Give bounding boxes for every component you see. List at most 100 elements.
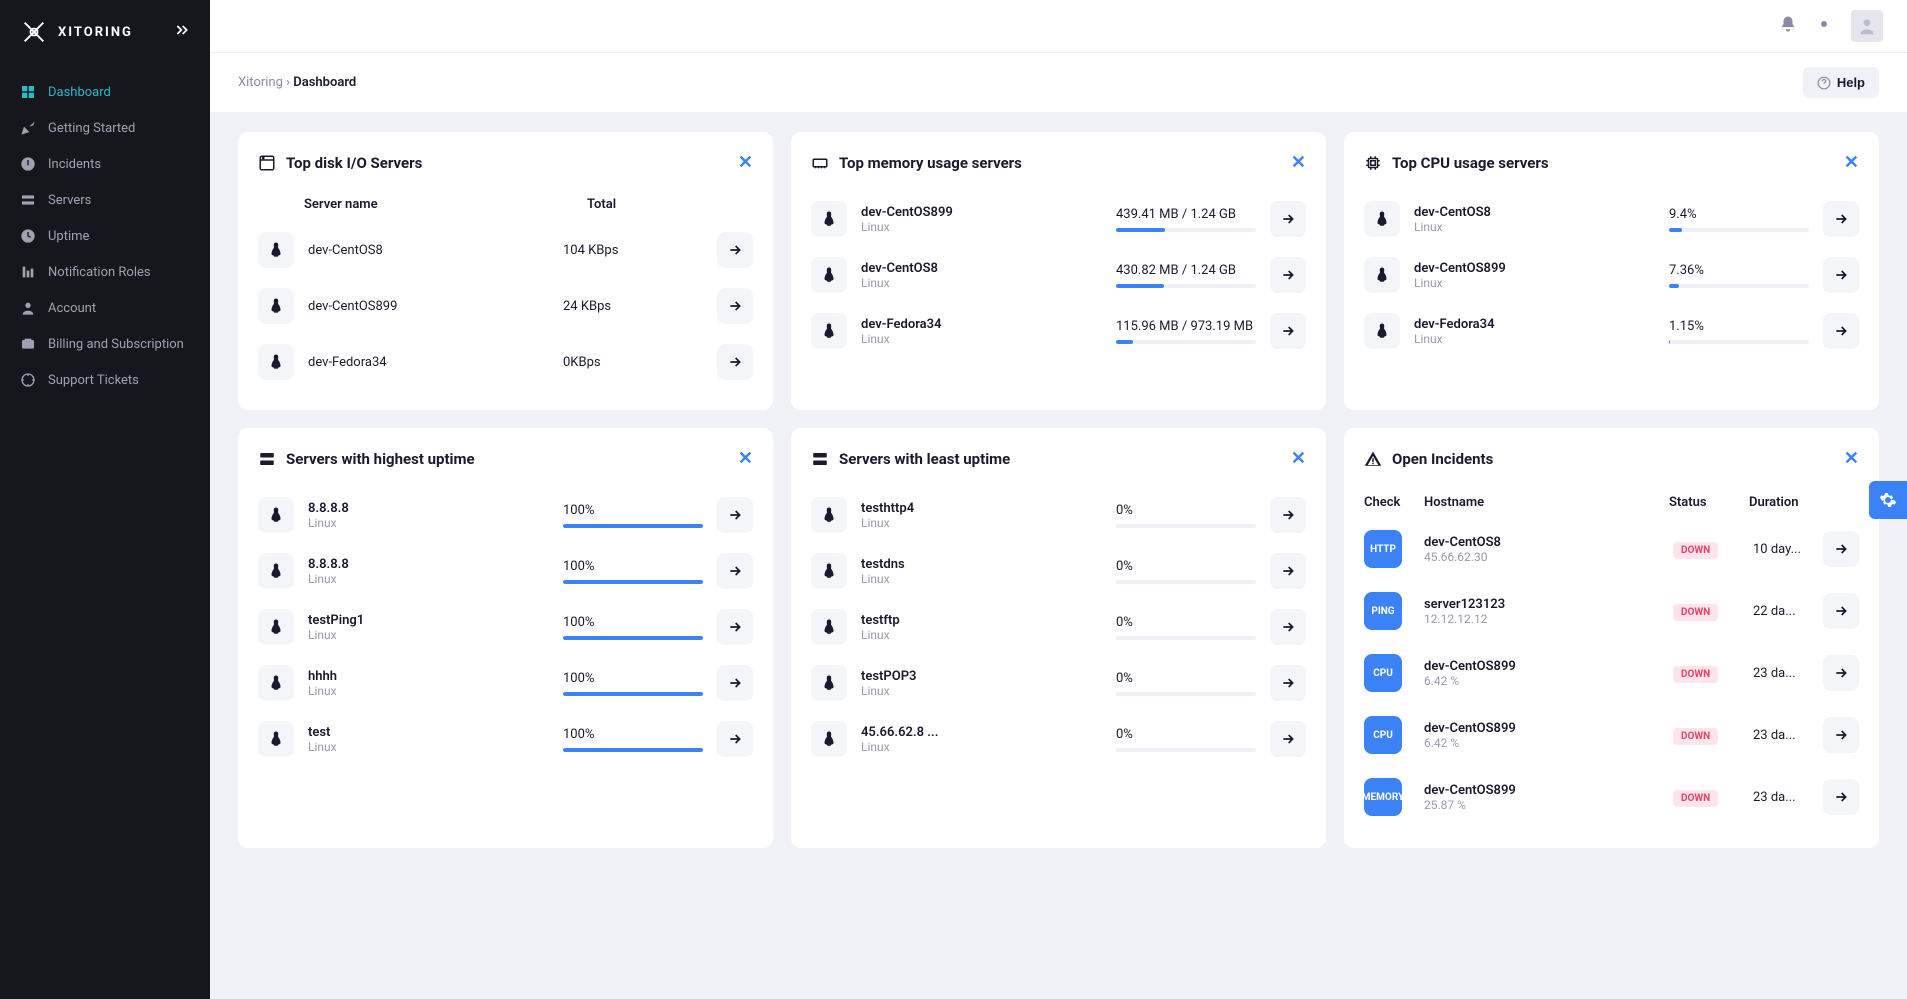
sidebar-item-support-tickets[interactable]: Support Tickets — [0, 362, 210, 398]
progress-bar — [1116, 692, 1256, 696]
server-os: Linux — [861, 572, 1102, 586]
linux-icon — [1364, 201, 1400, 237]
server-icon — [258, 450, 276, 468]
user-avatar[interactable] — [1851, 10, 1883, 42]
server-os: Linux — [861, 628, 1102, 642]
arrow-right-icon[interactable] — [717, 497, 753, 533]
table-row: testPing1Linux100% — [258, 599, 753, 655]
sidebar-collapse-icon[interactable] — [174, 22, 190, 42]
arrow-right-icon[interactable] — [1270, 257, 1306, 293]
progress-bar — [563, 580, 703, 584]
progress-bar — [563, 748, 703, 752]
server-os: Linux — [861, 516, 1102, 530]
incident-duration: 10 day... — [1753, 542, 1823, 557]
arrow-right-icon[interactable] — [717, 553, 753, 589]
server-os: Linux — [861, 684, 1102, 698]
table-row: dev-Fedora340KBps — [258, 334, 753, 390]
linux-icon — [258, 497, 294, 533]
close-icon[interactable]: ✕ — [738, 152, 753, 173]
server-name: dev-CentOS899 — [861, 205, 1102, 220]
server-name: test — [308, 725, 549, 740]
arrow-right-icon[interactable] — [1270, 553, 1306, 589]
server-name: dev-CentOS8 — [308, 243, 549, 258]
server-os: Linux — [1414, 276, 1655, 290]
nav-icon — [20, 228, 36, 244]
metric-value: 0% — [1116, 559, 1256, 574]
sidebar-item-dashboard[interactable]: Dashboard — [0, 74, 210, 110]
arrow-right-icon[interactable] — [1823, 717, 1859, 753]
progress-bar — [1116, 636, 1256, 640]
incident-sub: 25.87 % — [1424, 798, 1673, 812]
linux-icon — [811, 313, 847, 349]
close-icon[interactable]: ✕ — [1844, 152, 1859, 173]
arrow-right-icon[interactable] — [1270, 497, 1306, 533]
linux-icon — [1364, 313, 1400, 349]
logo-icon — [20, 18, 48, 46]
arrow-right-icon[interactable] — [1270, 201, 1306, 237]
topbar — [210, 0, 1907, 52]
server-name: 8.8.8.8 — [308, 557, 549, 572]
theme-toggle-icon[interactable] — [1815, 15, 1833, 37]
linux-icon — [1364, 257, 1400, 293]
arrow-right-icon[interactable] — [1270, 665, 1306, 701]
sidebar-item-uptime[interactable]: Uptime — [0, 218, 210, 254]
incident-duration: 22 da... — [1753, 604, 1823, 619]
arrow-right-icon[interactable] — [1270, 609, 1306, 645]
breadcrumb-root[interactable]: Xitoring — [238, 75, 283, 90]
progress-bar — [1116, 580, 1256, 584]
incident-duration: 23 da... — [1753, 728, 1823, 743]
status-badge: DOWN — [1673, 542, 1718, 559]
arrow-right-icon[interactable] — [1823, 201, 1859, 237]
arrow-right-icon[interactable] — [717, 665, 753, 701]
brand-logo[interactable]: XITORING — [20, 18, 133, 46]
arrow-right-icon[interactable] — [1270, 721, 1306, 757]
arrow-right-icon[interactable] — [717, 609, 753, 645]
arrow-right-icon[interactable] — [717, 288, 753, 324]
linux-icon — [811, 665, 847, 701]
close-icon[interactable]: ✕ — [1291, 152, 1306, 173]
progress-bar — [1116, 748, 1256, 752]
metric-value: 100% — [563, 503, 703, 518]
sidebar-item-getting-started[interactable]: Getting Started — [0, 110, 210, 146]
sidebar: XITORING DashboardGetting StartedInciden… — [0, 0, 210, 999]
sidebar-item-notification-roles[interactable]: Notification Roles — [0, 254, 210, 290]
arrow-right-icon[interactable] — [1270, 313, 1306, 349]
settings-fab[interactable] — [1869, 481, 1907, 519]
nav-icon — [20, 300, 36, 316]
table-row: dev-CentOS8Linux9.4% — [1364, 191, 1859, 247]
close-icon[interactable]: ✕ — [738, 448, 753, 469]
arrow-right-icon[interactable] — [717, 344, 753, 380]
server-name: dev-Fedora34 — [308, 355, 549, 370]
close-icon[interactable]: ✕ — [1291, 448, 1306, 469]
incident-hostname: dev-CentOS899 — [1424, 659, 1673, 674]
arrow-right-icon[interactable] — [1823, 655, 1859, 691]
arrow-right-icon[interactable] — [1823, 257, 1859, 293]
check-type-badge: HTTP — [1364, 530, 1402, 568]
sidebar-item-servers[interactable]: Servers — [0, 182, 210, 218]
card-highest-uptime: Servers with highest uptime ✕ 8.8.8.8Lin… — [238, 428, 773, 848]
arrow-right-icon[interactable] — [717, 721, 753, 757]
sidebar-item-account[interactable]: Account — [0, 290, 210, 326]
arrow-right-icon[interactable] — [717, 232, 753, 268]
table-row: 45.66.62.8 ...Linux0% — [811, 711, 1306, 767]
sub-header: Xitoring › Dashboard Help — [210, 52, 1907, 112]
linux-icon — [811, 609, 847, 645]
check-type-badge: PING — [1364, 592, 1402, 630]
sidebar-nav: DashboardGetting StartedIncidentsServers… — [0, 64, 210, 408]
cpu-icon — [1364, 154, 1382, 172]
server-name: testhttp4 — [861, 501, 1102, 516]
arrow-right-icon[interactable] — [1823, 313, 1859, 349]
arrow-right-icon[interactable] — [1823, 593, 1859, 629]
sidebar-item-incidents[interactable]: Incidents — [0, 146, 210, 182]
sidebar-item-billing-and-subscription[interactable]: Billing and Subscription — [0, 326, 210, 362]
nav-icon — [20, 84, 36, 100]
metric-value: 100% — [563, 615, 703, 630]
notifications-icon[interactable] — [1779, 15, 1797, 37]
nav-icon — [20, 156, 36, 172]
metric-value: 115.96 MB / 973.19 MB — [1116, 319, 1256, 334]
close-icon[interactable]: ✕ — [1844, 448, 1859, 469]
help-button[interactable]: Help — [1803, 67, 1879, 98]
arrow-right-icon[interactable] — [1823, 531, 1859, 567]
arrow-right-icon[interactable] — [1823, 779, 1859, 815]
progress-bar — [1669, 284, 1809, 288]
